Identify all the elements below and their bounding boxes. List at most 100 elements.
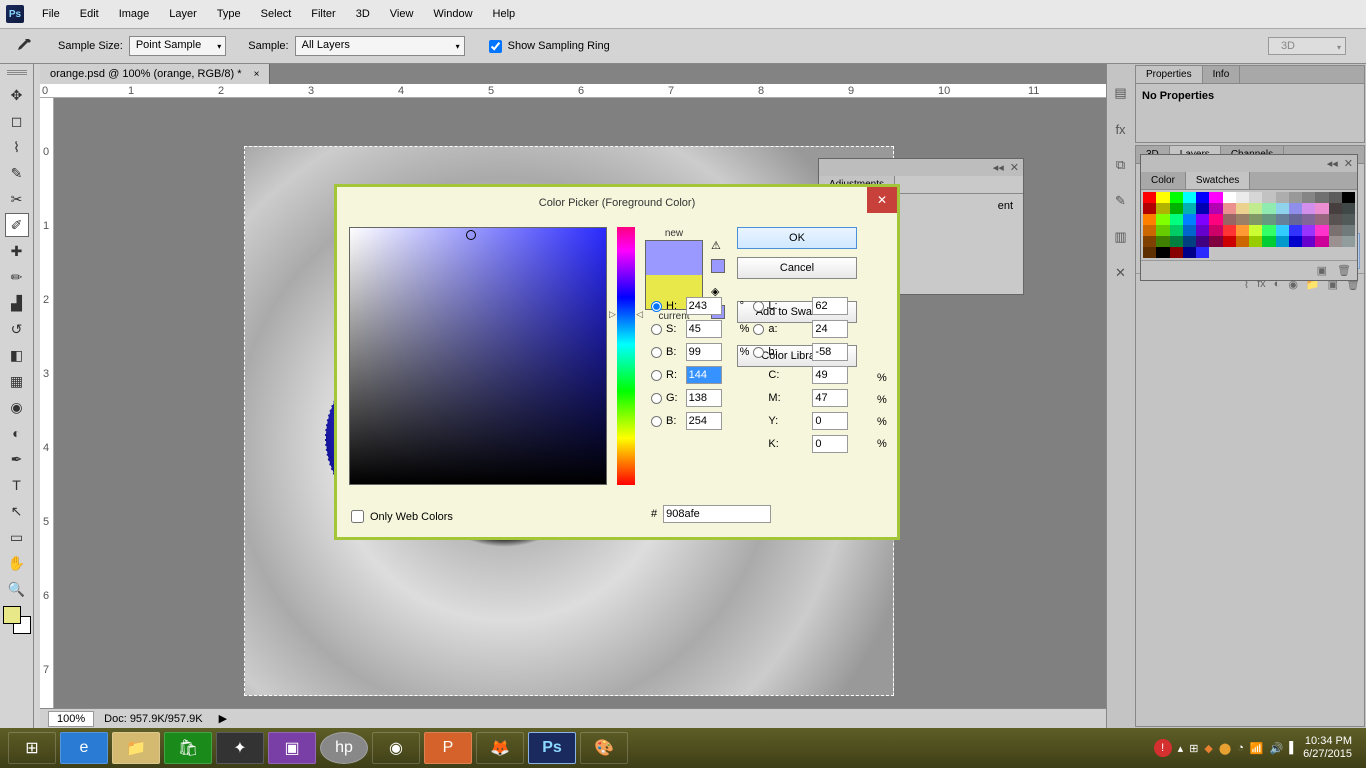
pen-tool[interactable]: ✒: [5, 447, 29, 471]
eraser-tool[interactable]: ◧: [5, 343, 29, 367]
foreground-background-colors[interactable]: [3, 606, 31, 634]
swatch[interactable]: [1223, 203, 1236, 214]
swatch[interactable]: [1223, 214, 1236, 225]
swatch[interactable]: [1249, 247, 1262, 258]
swatch[interactable]: [1143, 203, 1156, 214]
radio-l[interactable]: [753, 301, 764, 312]
swatch[interactable]: [1236, 192, 1249, 203]
swatch[interactable]: [1302, 236, 1315, 247]
ok-button[interactable]: OK: [737, 227, 857, 249]
app-icon[interactable]: ✦: [216, 732, 264, 764]
menu-view[interactable]: View: [380, 4, 424, 24]
panel-close-icon[interactable]: ✕: [1344, 157, 1353, 170]
swatch[interactable]: [1315, 236, 1328, 247]
swatch[interactable]: [1342, 225, 1355, 236]
swatch[interactable]: [1262, 203, 1275, 214]
swatch[interactable]: [1276, 203, 1289, 214]
panel-close-icon[interactable]: ✕: [1010, 161, 1019, 174]
swatch[interactable]: [1170, 225, 1183, 236]
swatch[interactable]: [1315, 192, 1328, 203]
swatch[interactable]: [1262, 214, 1275, 225]
type-tool[interactable]: T: [5, 473, 29, 497]
info-tab[interactable]: Info: [1203, 66, 1241, 83]
show-sampling-ring-checkbox[interactable]: Show Sampling Ring: [489, 40, 610, 53]
swatch[interactable]: [1302, 192, 1315, 203]
swatch[interactable]: [1196, 247, 1209, 258]
g-input[interactable]: [686, 389, 722, 407]
gradient-tool[interactable]: ▦: [5, 369, 29, 393]
radio-bb2[interactable]: [651, 416, 662, 427]
history-brush-tool[interactable]: ↺: [5, 317, 29, 341]
swatch[interactable]: [1342, 236, 1355, 247]
marquee-tool[interactable]: ◻: [5, 109, 29, 133]
bb2-input[interactable]: [686, 412, 722, 430]
swatch[interactable]: [1143, 247, 1156, 258]
swatch[interactable]: [1170, 236, 1183, 247]
swatch[interactable]: [1209, 203, 1222, 214]
hp-icon[interactable]: hp: [320, 732, 368, 764]
clone-source-icon[interactable]: ▥: [1112, 228, 1130, 246]
swatch[interactable]: [1302, 247, 1315, 258]
swatch[interactable]: [1289, 247, 1302, 258]
menu-filter[interactable]: Filter: [301, 4, 345, 24]
swatch[interactable]: [1315, 214, 1328, 225]
healing-tool[interactable]: ✚: [5, 239, 29, 263]
radio-bb[interactable]: [753, 347, 764, 358]
swatch[interactable]: [1156, 203, 1169, 214]
swatch[interactable]: [1329, 236, 1342, 247]
swatch[interactable]: [1289, 203, 1302, 214]
gamut-swatch[interactable]: [711, 259, 725, 273]
swatch[interactable]: [1302, 214, 1315, 225]
ie-icon[interactable]: e: [60, 732, 108, 764]
swatch[interactable]: [1183, 247, 1196, 258]
store-icon[interactable]: 🛍: [164, 732, 212, 764]
swatch[interactable]: [1209, 236, 1222, 247]
swatch[interactable]: [1236, 214, 1249, 225]
radio-h[interactable]: [651, 301, 662, 312]
swatch[interactable]: [1183, 214, 1196, 225]
clock[interactable]: 10:34 PM6/27/2015: [1303, 735, 1360, 761]
swatch[interactable]: [1209, 225, 1222, 236]
menu-window[interactable]: Window: [423, 4, 482, 24]
swatch[interactable]: [1276, 236, 1289, 247]
status-arrow-icon[interactable]: ▶: [219, 712, 227, 725]
swatch[interactable]: [1342, 214, 1355, 225]
k-input[interactable]: [812, 435, 848, 453]
swatch[interactable]: [1315, 203, 1328, 214]
rectangle-tool[interactable]: ▭: [5, 525, 29, 549]
swatch[interactable]: [1249, 236, 1262, 247]
history-icon[interactable]: ▤: [1112, 84, 1130, 102]
explorer-icon[interactable]: 📁: [112, 732, 160, 764]
swatch[interactable]: [1329, 203, 1342, 214]
swatch[interactable]: [1236, 203, 1249, 214]
swatch[interactable]: [1289, 192, 1302, 203]
swatch[interactable]: [1196, 236, 1209, 247]
swatch[interactable]: [1249, 225, 1262, 236]
swatch[interactable]: [1223, 236, 1236, 247]
swatch[interactable]: [1236, 225, 1249, 236]
swatch[interactable]: [1183, 192, 1196, 203]
swatch[interactable]: [1329, 214, 1342, 225]
sample-size-dropdown[interactable]: Point Sample▾: [129, 36, 226, 56]
tray-icon4[interactable]: ◔: [1237, 742, 1244, 754]
crop-tool[interactable]: ✂: [5, 187, 29, 211]
tray-up-icon[interactable]: ▴: [1178, 742, 1184, 755]
sample-dropdown[interactable]: All Layers▾: [295, 36, 465, 56]
paint-icon[interactable]: 🎨: [580, 732, 628, 764]
only-web-colors-checkbox[interactable]: [351, 510, 364, 523]
swatch[interactable]: [1289, 236, 1302, 247]
swatch[interactable]: [1276, 247, 1289, 258]
swatch[interactable]: [1170, 192, 1183, 203]
gamut-warning-icon[interactable]: ⚠: [711, 239, 725, 253]
swatch[interactable]: [1156, 192, 1169, 203]
swatch[interactable]: [1289, 225, 1302, 236]
swatch[interactable]: [1209, 214, 1222, 225]
swatch[interactable]: [1262, 225, 1275, 236]
cancel-button[interactable]: Cancel: [737, 257, 857, 279]
path-select-tool[interactable]: ↖: [5, 499, 29, 523]
delete-swatch-icon[interactable]: 🗑: [1337, 264, 1351, 277]
brush-tool[interactable]: ✏: [5, 265, 29, 289]
swatch[interactable]: [1329, 192, 1342, 203]
menu-image[interactable]: Image: [109, 4, 160, 24]
blur-tool[interactable]: ◉: [5, 395, 29, 419]
